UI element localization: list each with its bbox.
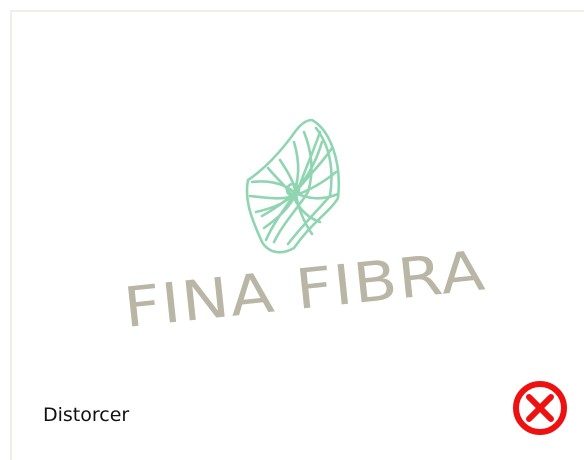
logo-preview: FINA FIBRA <box>12 12 584 372</box>
woven-fiber-emblem-icon <box>245 118 341 254</box>
logo-text: FINA FIBRA <box>121 239 489 340</box>
logo-wordmark: FINA FIBRA <box>121 239 489 340</box>
effect-label: Distorcer <box>43 404 130 426</box>
close-icon[interactable] <box>512 380 568 436</box>
effect-card: FINA FIBRA Distorcer <box>10 10 584 460</box>
logo-canvas: FINA FIBRA <box>121 118 489 341</box>
close-button[interactable] <box>512 380 568 436</box>
